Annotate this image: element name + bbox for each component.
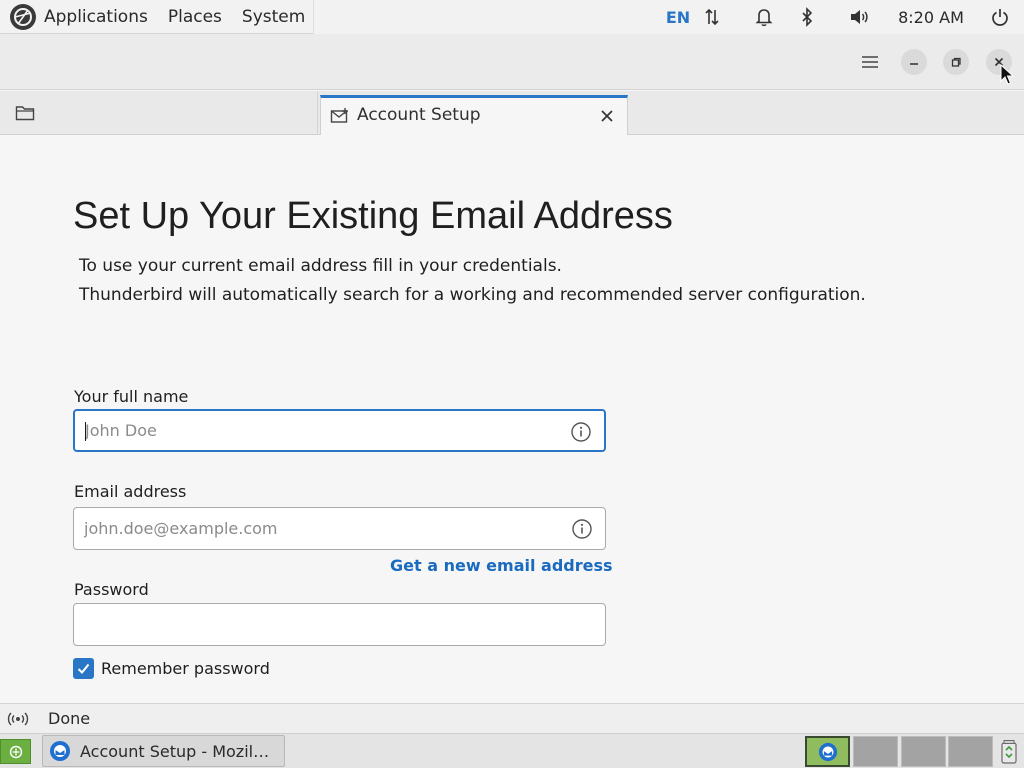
close-icon <box>601 110 613 122</box>
restore-button[interactable] <box>943 49 969 75</box>
email-address-label: Email address <box>74 482 187 501</box>
workspace-1[interactable] <box>805 736 850 767</box>
remember-password-checkbox[interactable] <box>73 658 94 679</box>
full-name-label: Your full name <box>74 387 189 406</box>
applications-menu[interactable]: Applications <box>44 7 148 27</box>
workspace-2[interactable] <box>853 736 898 767</box>
status-bar: Done <box>0 703 1024 733</box>
full-name-field[interactable] <box>73 409 606 452</box>
page-title: Set Up Your Existing Email Address <box>73 195 673 237</box>
places-menu[interactable]: Places <box>168 7 222 27</box>
taskbar: Account Setup - Mozil… <box>0 733 1024 768</box>
checkmark-icon <box>77 663 90 674</box>
info-icon[interactable] <box>571 518 593 540</box>
network-icon[interactable] <box>700 0 724 34</box>
workspace-4[interactable] <box>948 736 993 767</box>
window-titlebar[interactable] <box>0 34 1024 90</box>
taskbar-item-label: Account Setup - Mozil… <box>80 741 270 761</box>
tab-mail[interactable] <box>0 91 318 135</box>
get-new-email-link[interactable]: Get a new email address <box>390 556 613 575</box>
bluetooth-icon[interactable] <box>795 0 819 34</box>
email-address-field[interactable] <box>73 507 606 550</box>
password-field[interactable] <box>73 603 606 646</box>
text-caret <box>85 422 86 441</box>
full-name-input[interactable] <box>85 411 555 450</box>
bell-icon[interactable] <box>752 0 776 34</box>
page-description-2: Thunderbird will automatically search fo… <box>79 285 866 305</box>
system-menu[interactable]: System <box>242 7 305 27</box>
minimize-button[interactable] <box>901 49 927 75</box>
power-icon[interactable] <box>988 0 1012 34</box>
panel-menu-bar: Applications Places System <box>0 0 314 34</box>
folder-icon <box>15 106 35 121</box>
top-panel: Applications Places System EN 8:20 AM <box>0 0 1024 34</box>
tab-account-setup[interactable]: Account Setup <box>320 95 628 135</box>
password-input[interactable] <box>84 604 554 645</box>
tab-strip: Account Setup <box>0 91 1024 135</box>
tab-close-button[interactable] <box>597 106 617 126</box>
desktop-icon <box>9 745 22 758</box>
password-label: Password <box>74 580 149 599</box>
envelope-icon <box>330 108 348 123</box>
info-icon[interactable] <box>570 421 592 443</box>
clock[interactable]: 8:20 AM <box>893 0 969 34</box>
remember-password-option[interactable]: Remember password <box>73 658 270 679</box>
mouse-cursor-icon <box>1000 64 1014 85</box>
show-desktop-button[interactable] <box>0 739 31 764</box>
tab-label: Account Setup <box>357 105 481 125</box>
trash-icon[interactable] <box>996 736 1022 767</box>
page-description: To use your current email address fill i… <box>79 256 562 276</box>
email-address-input[interactable] <box>84 508 554 549</box>
thunderbird-icon <box>818 742 837 761</box>
workspace-3[interactable] <box>901 736 946 767</box>
remember-password-label: Remember password <box>101 659 270 678</box>
account-setup-content: Set Up Your Existing Email Address To us… <box>0 136 1024 703</box>
volume-icon[interactable] <box>847 0 871 34</box>
keyboard-language-indicator[interactable]: EN <box>662 0 694 34</box>
thunderbird-icon <box>50 741 70 761</box>
taskbar-thunderbird-item[interactable]: Account Setup - Mozil… <box>42 735 285 767</box>
hamburger-menu-icon[interactable] <box>858 50 882 74</box>
minimize-icon <box>910 63 918 65</box>
distro-logo-icon[interactable] <box>9 3 37 31</box>
online-status-icon[interactable] <box>7 711 29 727</box>
status-text: Done <box>48 709 91 728</box>
restore-icon <box>951 57 961 67</box>
